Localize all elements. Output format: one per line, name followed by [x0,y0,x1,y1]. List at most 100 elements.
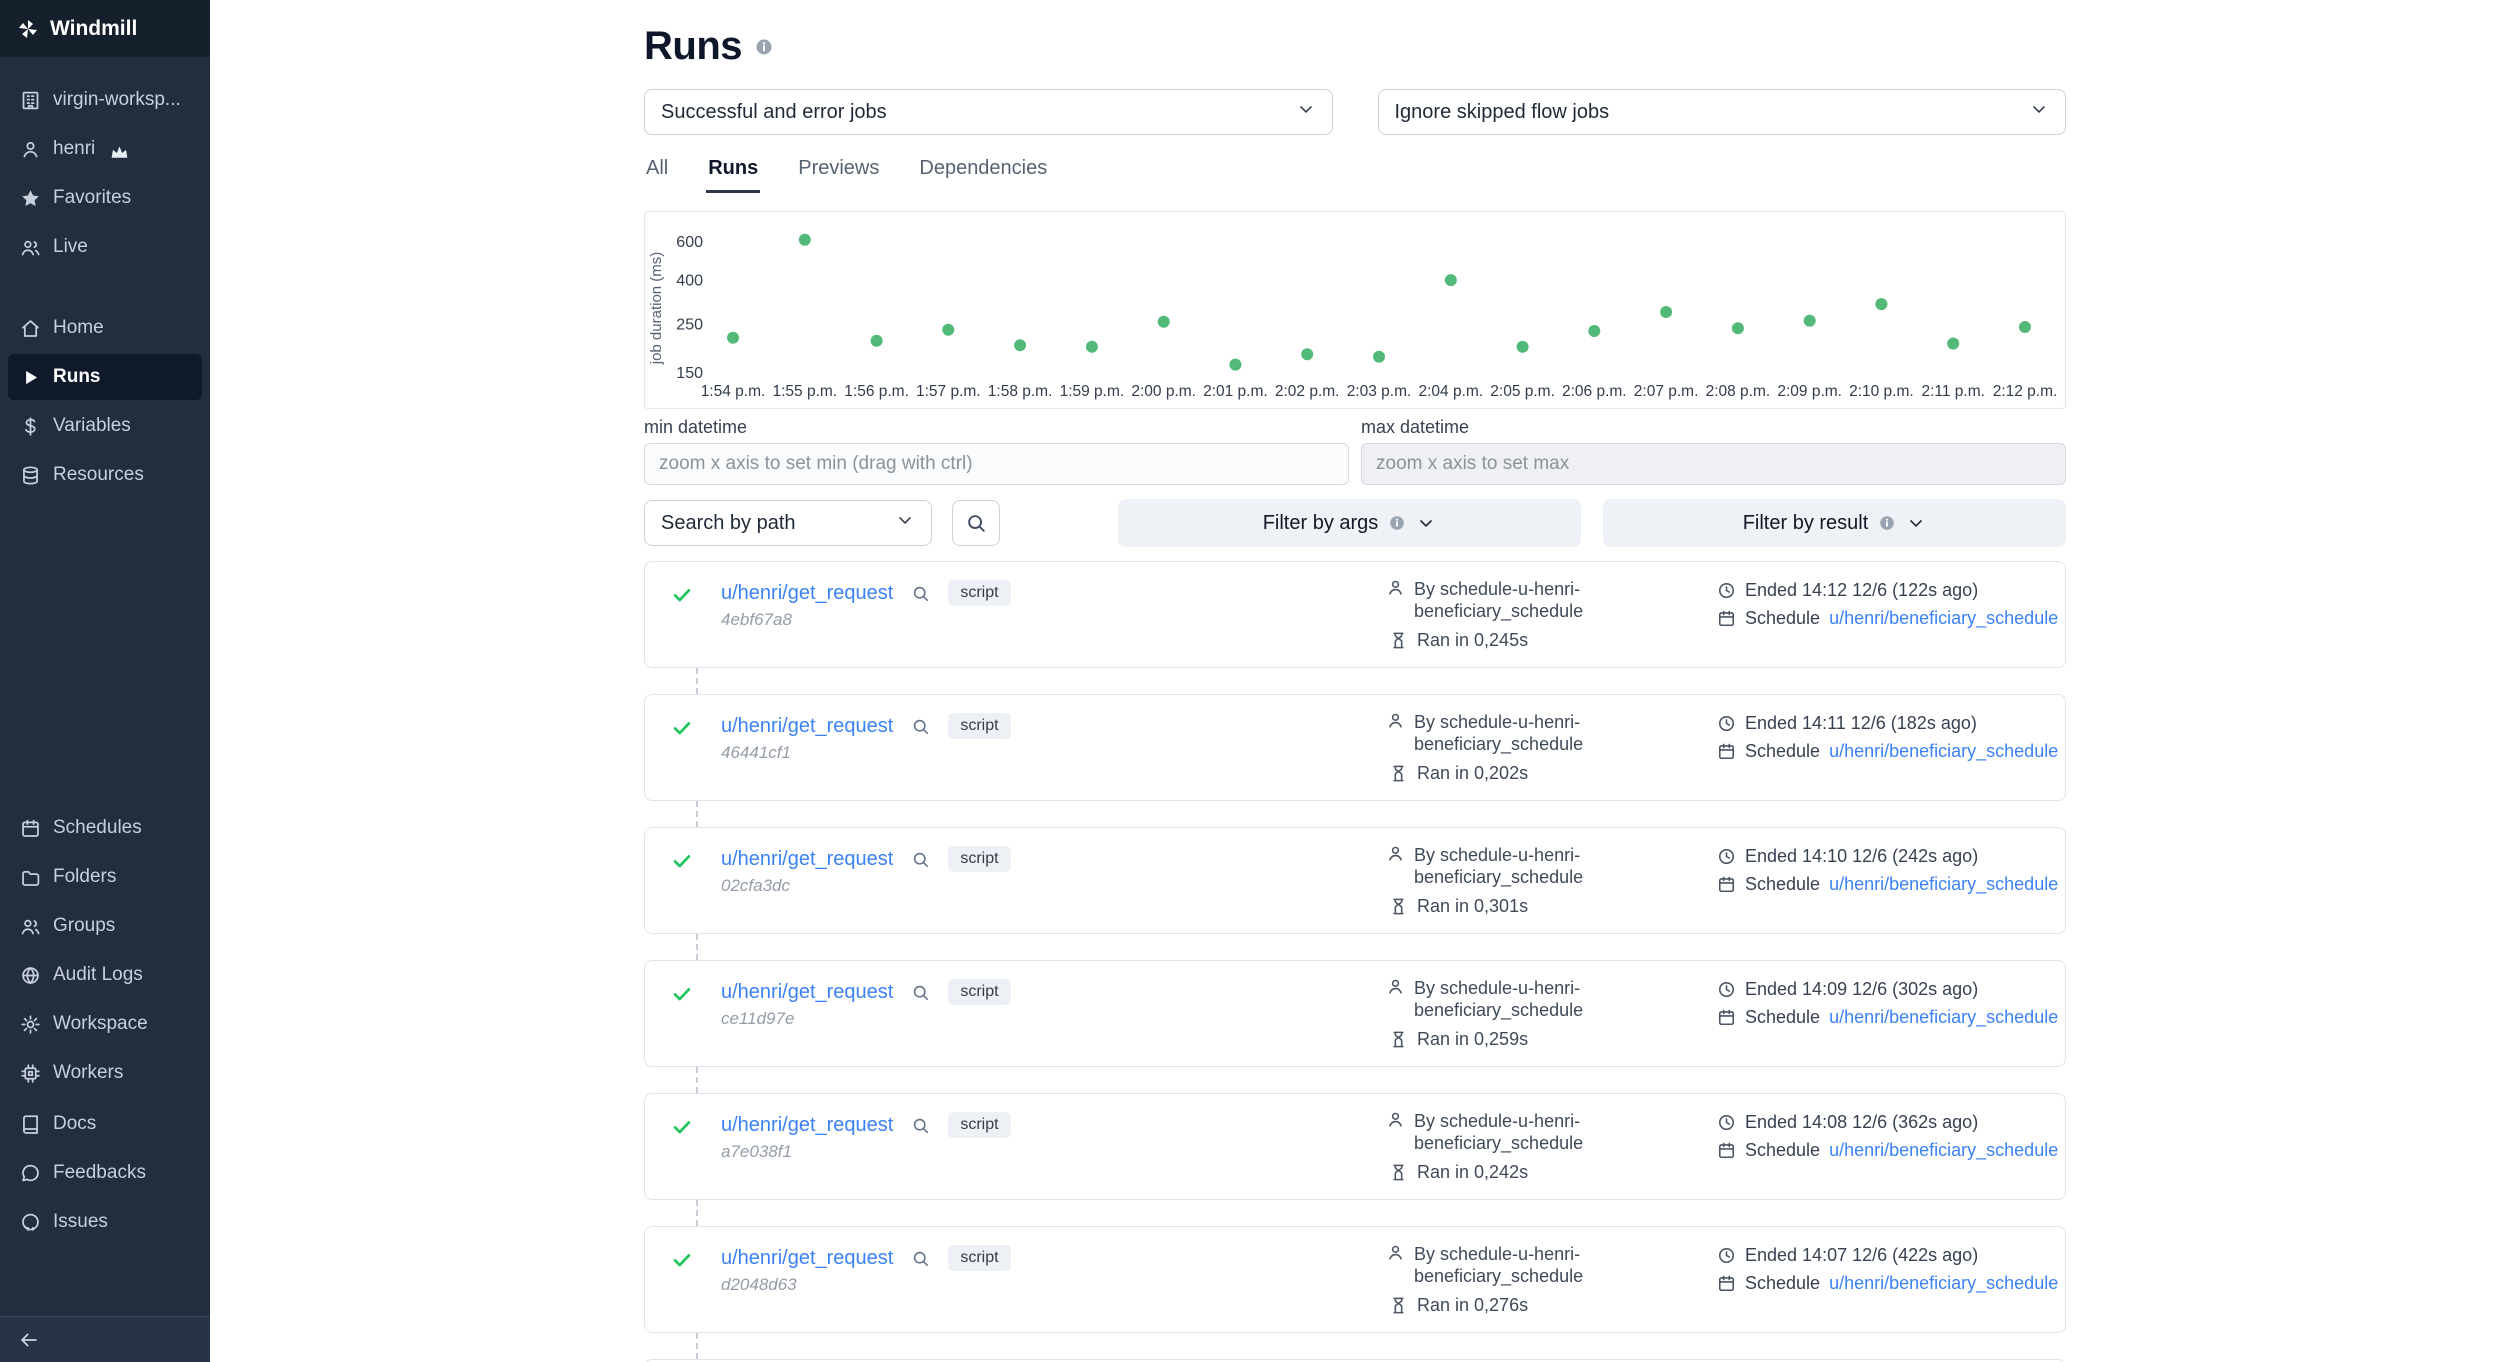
filter-by-result-button[interactable]: Filter by result [1603,499,2066,547]
calendar-icon [1717,1141,1736,1160]
run-ended-icon-slot [1717,1246,1736,1265]
search-by-path-select[interactable]: Search by path [644,500,932,546]
sidebar-item-live[interactable]: Live [8,224,202,270]
sidebar-item-favorites[interactable]: Favorites [8,175,202,221]
run-schedule-link[interactable]: u/henri/beneficiary_schedule [1829,874,2058,895]
run-card[interactable]: u/henri/get_requestscript46441cf1By sche… [644,694,2066,801]
run-success-check [671,1249,693,1276]
run-card[interactable]: u/henri/get_requestscriptd2048d63By sche… [644,1226,2066,1333]
filter-by-args-label: Filter by args [1263,512,1379,535]
run-card[interactable]: u/henri/get_requestscript02cfa3dcBy sche… [644,827,2066,934]
chart-point [1517,341,1529,353]
main-area: Runs Successful and error jobs Ignore sk… [210,0,2500,1362]
run-duration-icon-slot [1389,897,1408,916]
run-inspect-button[interactable] [911,1116,930,1135]
sidebar-item-henri[interactable]: henri [8,126,202,172]
max-datetime-input[interactable] [1361,443,2066,485]
chart-xtick: 1:56 p.m. [844,383,909,400]
chart-point [1660,306,1672,318]
sidebar-item-runs[interactable]: Runs [8,354,202,400]
search-icon [911,584,930,603]
app-logo[interactable]: Windmill [0,0,210,57]
clock-icon [1717,1246,1736,1265]
run-triggered-by: By schedule-u-henri-beneficiary_schedule [1414,711,1612,755]
search-icon [911,850,930,869]
run-schedule-link[interactable]: u/henri/beneficiary_schedule [1829,741,2058,762]
arrow-left-icon [18,1329,40,1351]
chevron-down-icon [1296,99,1316,119]
sidebar-item-workspace[interactable]: Workspace [8,1001,202,1047]
info-icon [1878,514,1896,532]
users-icon [20,237,41,258]
run-path-link[interactable]: u/henri/get_request [721,582,893,605]
sidebar-collapse-button[interactable] [0,1316,210,1362]
run-schedule-link[interactable]: u/henri/beneficiary_schedule [1829,1273,2058,1294]
run-schedule-link[interactable]: u/henri/beneficiary_schedule [1829,608,2058,629]
chart-xtick: 2:00 p.m. [1131,383,1196,400]
run-path-link[interactable]: u/henri/get_request [721,1114,893,1137]
run-connector [696,1067,698,1093]
sidebar-item-folders[interactable]: Folders [8,854,202,900]
run-inspect-button[interactable] [911,850,930,869]
tab-dependencies[interactable]: Dependencies [917,151,1049,193]
sidebar-item-resources[interactable]: Resources [8,452,202,498]
run-triggered-by: By schedule-u-henri-beneficiary_schedule [1414,578,1612,622]
run-job-id: ce11d97e [721,1009,794,1029]
chart-xtick: 2:02 p.m. [1275,383,1340,400]
user-icon [1386,578,1405,597]
sidebar-item-workers[interactable]: Workers [8,1050,202,1096]
chart-point [1373,351,1385,363]
sidebar-item-variables[interactable]: Variables [8,403,202,449]
run-card[interactable]: u/henri/get_requestscripta7e038f1By sche… [644,1093,2066,1200]
run-inspect-button[interactable] [911,717,930,736]
run-by-icon-slot [1386,711,1405,755]
sidebar-item-label: Home [53,317,104,339]
sidebar-item-label: Workers [53,1062,123,1084]
run-card[interactable]: u/henri/get_requestscript4ebf67a8By sche… [644,561,2066,668]
run-duration: Ran in 0,301s [1417,896,1528,917]
run-ended-time: Ended 14:12 12/6 (122s ago) [1745,580,1978,601]
run-path-link[interactable]: u/henri/get_request [721,1247,893,1270]
app-name: Windmill [50,17,137,41]
sidebar-item-feedbacks[interactable]: Feedbacks [8,1150,202,1196]
calendar-icon [1717,1274,1736,1293]
run-inspect-button[interactable] [911,584,930,603]
sidebar-item-docs[interactable]: Docs [8,1101,202,1147]
sidebar-item-schedules[interactable]: Schedules [8,805,202,851]
runs-duration-chart[interactable]: job duration (ms)6004002501501:54 p.m.1:… [645,212,2065,408]
chart-xtick: 2:05 p.m. [1490,383,1555,400]
run-schedule-link[interactable]: u/henri/beneficiary_schedule [1829,1007,2058,1028]
sidebar-item-label: henri [53,138,95,160]
sidebar-item-virgin-worksp[interactable]: virgin-worksp... [8,77,202,123]
tab-all[interactable]: All [644,151,670,193]
run-path-link[interactable]: u/henri/get_request [721,715,893,738]
sidebar-item-issues[interactable]: Issues [8,1199,202,1245]
job-status-select[interactable]: Successful and error jobs [644,89,1333,135]
chart-point [1158,316,1170,328]
sidebar-section-1: virgin-worksp... henri FavoritesLive [0,77,210,270]
skipped-flows-select[interactable]: Ignore skipped flow jobs [1378,89,2067,135]
run-inspect-button[interactable] [911,1249,930,1268]
chart-ytick: 400 [676,272,703,289]
run-success-check [671,1116,693,1143]
check-icon [671,717,693,739]
chart-point [871,335,883,347]
title-info-icon[interactable] [754,37,774,57]
sidebar-item-audit-logs[interactable]: Audit Logs [8,952,202,998]
run-inspect-button[interactable] [911,983,930,1002]
sidebar-item-groups[interactable]: Groups [8,903,202,949]
tab-previews[interactable]: Previews [796,151,881,193]
chart-xtick: 1:59 p.m. [1060,383,1125,400]
sidebar-item-home[interactable]: Home [8,305,202,351]
search-button[interactable] [952,500,1000,546]
run-path-link[interactable]: u/henri/get_request [721,981,893,1004]
run-job-id: d2048d63 [721,1275,797,1295]
tab-runs[interactable]: Runs [706,151,760,193]
run-schedule-link[interactable]: u/henri/beneficiary_schedule [1829,1140,2058,1161]
run-card[interactable]: u/henri/get_requestscriptce11d97eBy sche… [644,960,2066,1067]
run-path-link[interactable]: u/henri/get_request [721,848,893,871]
duration-chart-box[interactable]: job duration (ms)6004002501501:54 p.m.1:… [644,211,2066,409]
filter-by-args-button[interactable]: Filter by args [1118,499,1581,547]
min-datetime-input[interactable] [644,443,1349,485]
users-icon [20,916,41,937]
